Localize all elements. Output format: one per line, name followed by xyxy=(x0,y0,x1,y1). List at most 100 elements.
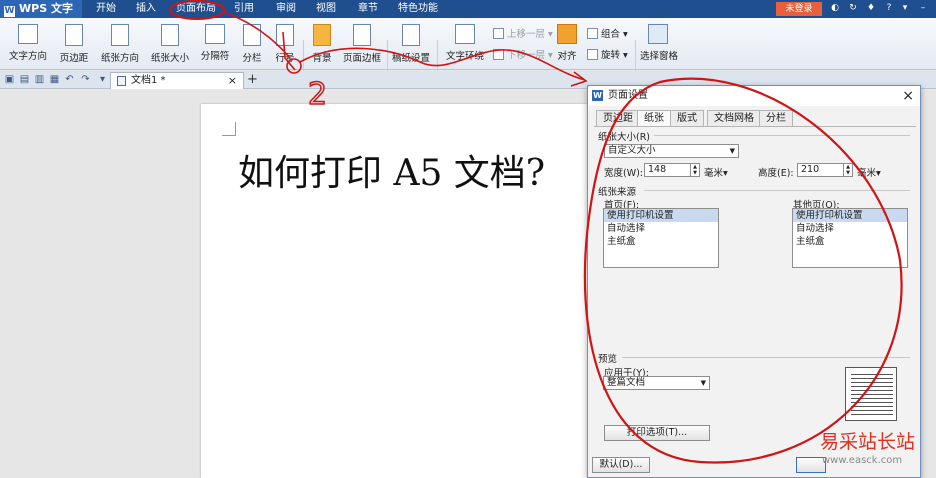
height-input[interactable]: 210 ▲ ▼ xyxy=(797,163,853,177)
tab-chapter[interactable]: 章节 xyxy=(358,0,378,18)
spinner-icon[interactable]: ▲ ▼ xyxy=(843,164,852,176)
orientation-button[interactable]: 纸张方向 xyxy=(97,24,143,64)
tab-document-grid[interactable]: 文档网格 xyxy=(707,110,761,126)
group-divider xyxy=(644,190,910,191)
bring-forward-icon xyxy=(493,28,504,39)
manuscript-button[interactable]: 稿纸设置 xyxy=(391,24,431,64)
selection-pane-icon xyxy=(648,24,668,44)
width-input[interactable]: 148 ▲ ▼ xyxy=(644,163,700,177)
new-tab-button[interactable]: + xyxy=(247,72,258,88)
save-icon[interactable]: ▤ xyxy=(19,74,30,85)
rotate-button[interactable]: 旋转 ▾ xyxy=(587,47,628,61)
chevron-down-icon: ▼ xyxy=(729,147,735,155)
first-page-list[interactable]: 使用打印机设置 自动选择 主纸盒 xyxy=(603,208,719,268)
page-border-icon xyxy=(353,24,371,46)
tab-columns[interactable]: 分栏 xyxy=(759,110,793,126)
bring-forward-button[interactable]: 上移一层 ▾ xyxy=(493,26,553,40)
line-numbers-button[interactable]: 行号 xyxy=(270,24,300,64)
watermark-url: www.easck.com xyxy=(822,455,903,466)
tab-special[interactable]: 特色功能 xyxy=(398,0,438,18)
document-tab-title: 文档1 * xyxy=(131,75,166,86)
paper-size-button[interactable]: 纸张大小 xyxy=(147,24,193,64)
tab-view[interactable]: 视图 xyxy=(316,0,336,18)
tab-start[interactable]: 开始 xyxy=(96,0,116,18)
watermark-text: 易采站长站 xyxy=(820,431,916,453)
list-item[interactable]: 自动选择 xyxy=(604,222,718,235)
align-icon xyxy=(557,24,577,44)
list-item[interactable]: 主纸盒 xyxy=(604,235,718,248)
background-button[interactable]: 背景 xyxy=(308,24,336,64)
minimize-icon[interactable]: – xyxy=(918,3,928,13)
list-item[interactable]: 主纸盒 xyxy=(793,235,907,248)
columns-button[interactable]: 分栏 xyxy=(237,24,267,64)
close-icon[interactable]: × xyxy=(902,86,914,106)
tab-insert[interactable]: 插入 xyxy=(136,0,156,18)
print-icon[interactable]: ▥ xyxy=(34,74,45,85)
tab-margins[interactable]: 页边距 xyxy=(596,110,640,126)
group-button[interactable]: 组合 ▾ xyxy=(587,26,628,40)
send-backward-icon xyxy=(493,49,504,60)
tab-page-layout[interactable]: 页面布局 xyxy=(176,0,216,18)
selection-pane-button[interactable]: 选择窗格 xyxy=(640,24,678,62)
skin-icon[interactable]: ◐ xyxy=(830,3,840,13)
list-item[interactable]: 自动选择 xyxy=(793,222,907,235)
group-icon xyxy=(587,28,598,39)
spinner-icon[interactable]: ▲ ▼ xyxy=(690,164,699,176)
refresh-icon[interactable]: ↻ xyxy=(848,3,858,13)
paper-size-select[interactable]: 自定义大小 ▼ xyxy=(604,144,739,158)
page-border-button[interactable]: 页面边框 xyxy=(341,24,383,64)
height-label: 高度(E): xyxy=(758,168,794,179)
default-button[interactable]: 默认(D)... xyxy=(592,457,650,473)
undo-icon[interactable]: ↶ xyxy=(64,74,75,85)
tab-reference[interactable]: 引用 xyxy=(234,0,254,18)
print-preview-icon[interactable]: ▦ xyxy=(49,74,60,85)
text-direction-icon xyxy=(18,24,38,44)
columns-icon xyxy=(243,24,261,46)
apply-to-select[interactable]: 整篇文档 ▼ xyxy=(603,376,710,390)
document-heading[interactable]: 如何打印 A5 文档? xyxy=(238,144,545,196)
breaks-button[interactable]: 分隔符 xyxy=(196,24,234,62)
align-button[interactable]: 对齐 xyxy=(554,24,580,62)
page-setup-dialog: W 页面设置 × 页边距 纸张 版式 文档网格 分栏 纸张大小(R) 自定义大小… xyxy=(587,85,921,478)
line-numbers-icon xyxy=(276,24,294,46)
list-item[interactable]: 使用打印机设置 xyxy=(604,209,718,222)
tab-divider xyxy=(594,126,916,127)
ribbon: 文字方向 页边距 纸张方向 纸张大小 分隔符 分栏 行号 背景 页面边框 稿纸设… xyxy=(0,18,936,86)
width-label: 宽度(W): xyxy=(604,168,644,179)
login-button[interactable]: 未登录 xyxy=(776,2,822,16)
app-menu-button[interactable]: WWPS 文字 ▾ xyxy=(0,0,82,33)
tab-paper[interactable]: 纸张 xyxy=(637,110,671,127)
print-options-button[interactable]: 打印选项(T)... xyxy=(604,425,710,441)
page-icon xyxy=(161,24,179,46)
page-preview xyxy=(845,367,897,421)
list-item[interactable]: 使用打印机设置 xyxy=(793,209,907,222)
tab-review[interactable]: 审阅 xyxy=(276,0,296,18)
watermark: 易采站长站 www.easck.com xyxy=(812,425,936,478)
manuscript-icon xyxy=(402,24,420,46)
height-unit[interactable]: 毫米▾ xyxy=(857,165,881,179)
open-icon[interactable]: ▣ xyxy=(4,74,15,85)
margin-corner-mark xyxy=(222,122,236,136)
text-wrap-button[interactable]: 文字环绕 xyxy=(442,24,488,62)
margins-button[interactable]: 页边距 xyxy=(54,24,94,64)
close-tab-icon[interactable]: × xyxy=(228,73,237,88)
paper-source-label: 纸张来源 xyxy=(598,187,637,198)
document-icon xyxy=(117,76,126,86)
text-direction-button[interactable]: 文字方向 xyxy=(6,24,50,62)
send-backward-button[interactable]: 下移一层 ▾ xyxy=(493,47,553,61)
text-wrap-icon xyxy=(455,24,475,44)
redo-icon[interactable]: ↷ xyxy=(80,74,91,85)
app-name: WPS 文字 xyxy=(19,2,73,15)
tab-layout[interactable]: 版式 xyxy=(670,110,704,126)
dialog-title: 页面设置 xyxy=(608,90,648,101)
width-unit[interactable]: 毫米▾ xyxy=(704,165,728,179)
paper-size-label: 纸张大小(R) xyxy=(598,132,651,143)
help-icon[interactable]: ? xyxy=(884,3,894,13)
background-icon xyxy=(313,24,331,46)
dialog-title-bar[interactable]: W 页面设置 × xyxy=(588,86,920,106)
shirt-icon[interactable]: ♦ xyxy=(866,3,876,13)
document-tab[interactable]: 文档1 * × xyxy=(110,72,244,89)
dropdown-icon[interactable]: ▾ xyxy=(900,3,910,13)
customize-dropdown-icon[interactable]: ▾ xyxy=(97,74,108,85)
other-pages-list[interactable]: 使用打印机设置 自动选择 主纸盒 xyxy=(792,208,908,268)
